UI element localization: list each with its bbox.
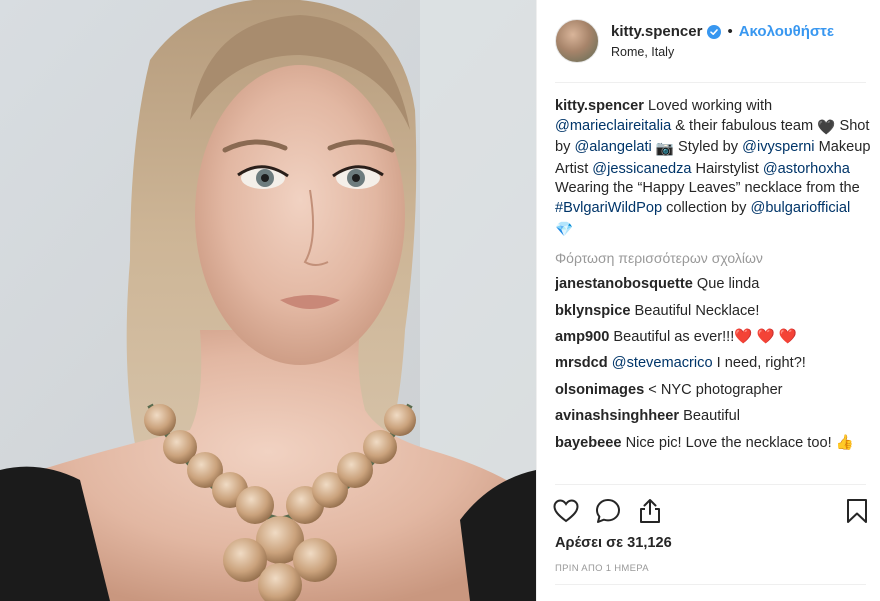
caption-text: Loved working with — [648, 98, 773, 114]
caption-text: collection by — [662, 199, 751, 216]
comment-text: I need, right?! — [712, 355, 806, 372]
comment-item: bklynspice Beautiful Necklace! — [555, 302, 872, 322]
caption-text: & their fabulous team — [671, 117, 818, 134]
bookmark-icon — [847, 499, 867, 523]
footer-divider — [555, 584, 866, 585]
comment-text: Beautiful — [679, 408, 740, 425]
caption-mention-link[interactable]: @marieclaireitalia — [555, 118, 671, 134]
comment-username[interactable]: janestanobosquette — [555, 276, 693, 292]
comment-list: janestanobosquette Que linda bklynspice B… — [555, 275, 872, 453]
comment-text: Nice pic! Love the necklace too! 👍 — [621, 434, 854, 451]
header-text: kitty.spencer • Ακολουθήστε Rome, Italy — [611, 23, 834, 59]
post-header: kitty.spencer • Ακολουθήστε Rome, Italy — [537, 0, 880, 82]
caption-mention-link[interactable]: @bulgariofficial — [751, 200, 851, 216]
header-username[interactable]: kitty.spencer — [611, 23, 702, 40]
comment-item: janestanobosquette Que linda — [555, 275, 872, 295]
instagram-post: kitty.spencer • Ακολουθήστε Rome, Italy … — [0, 0, 880, 601]
caption-text: Hairstylist — [691, 160, 763, 177]
header-line: kitty.spencer • Ακολουθήστε — [611, 23, 834, 40]
post-timestamp[interactable]: ΠΡΙΝ ΑΠΟ 1 ΗΜΕΡΑ — [555, 563, 649, 574]
comment-mention-link[interactable]: @stevemacrico — [608, 355, 713, 371]
caption-mention-link[interactable]: @ivysperni — [742, 139, 814, 155]
caption-text: Wearing the “Happy Leaves” necklace from… — [555, 180, 860, 197]
save-button[interactable] — [842, 496, 872, 526]
follow-button[interactable]: Ακολουθήστε — [739, 23, 834, 40]
likes-count[interactable]: Αρέσει σε 31,126 — [555, 535, 672, 551]
post-caption: kitty.spencer Loved working with @mariec… — [555, 97, 872, 240]
avatar[interactable] — [555, 19, 599, 63]
caption-emoji: 💎 — [555, 221, 574, 238]
comment-item: bayebeee Nice pic! Love the necklace too… — [555, 434, 872, 454]
comment-username[interactable]: mrsdcd — [555, 355, 608, 371]
comment-button[interactable] — [593, 496, 623, 526]
share-icon — [640, 499, 660, 523]
comment-text: < NYC photographer — [644, 381, 783, 398]
comment-username[interactable]: olsonimages — [555, 382, 644, 398]
caption-mention-link[interactable]: @jessicanedza — [592, 161, 691, 177]
header-divider — [555, 82, 866, 83]
like-button[interactable] — [551, 496, 581, 526]
post-side-panel: kitty.spencer • Ακολουθήστε Rome, Italy … — [536, 0, 880, 601]
comment-text: Beautiful as ever!!!❤️ ❤️ ❤️ — [609, 328, 797, 345]
comment-username[interactable]: bklynspice — [555, 303, 630, 319]
comment-item: mrsdcd @stevemacrico I need, right?! — [555, 354, 872, 374]
comment-username[interactable]: avinashsinghheer — [555, 408, 679, 424]
portrait-image — [0, 0, 536, 601]
comment-text: Beautiful Necklace! — [630, 302, 760, 319]
load-more-comments-link[interactable]: Φόρτωση περισσότερων σχολίων — [555, 248, 872, 268]
caption-mention-link[interactable]: #BvlgariWildPop — [555, 200, 662, 216]
verified-badge-icon — [707, 24, 722, 39]
action-bar — [551, 494, 872, 528]
heart-icon — [553, 499, 579, 523]
share-button[interactable] — [635, 496, 665, 526]
caption-text: Styled by — [674, 139, 743, 156]
comment-item: olsonimages < NYC photographer — [555, 381, 872, 401]
comment-text: Que linda — [692, 276, 760, 293]
post-photo[interactable] — [0, 0, 536, 601]
comment-bubble-icon — [596, 499, 620, 523]
comment-item: avinashsinghheer Beautiful — [555, 407, 872, 427]
comments-section[interactable]: kitty.spencer Loved working with @mariec… — [555, 97, 872, 481]
caption-mention-link[interactable]: @astorhoxha — [763, 161, 850, 177]
actions-divider — [555, 484, 866, 485]
comment-item: amp900 Beautiful as ever!!!❤️ ❤️ ❤️ — [555, 328, 872, 348]
comment-username[interactable]: bayebeee — [555, 435, 622, 451]
separator-dot: • — [727, 23, 733, 40]
caption-mention-link[interactable]: @alangelati — [574, 139, 651, 155]
caption-emoji: 📷 — [655, 141, 674, 158]
comment-username[interactable]: amp900 — [555, 329, 609, 345]
post-location[interactable]: Rome, Italy — [611, 45, 834, 59]
caption-username[interactable]: kitty.spencer — [555, 98, 644, 114]
caption-emoji: 🖤 — [817, 119, 836, 136]
